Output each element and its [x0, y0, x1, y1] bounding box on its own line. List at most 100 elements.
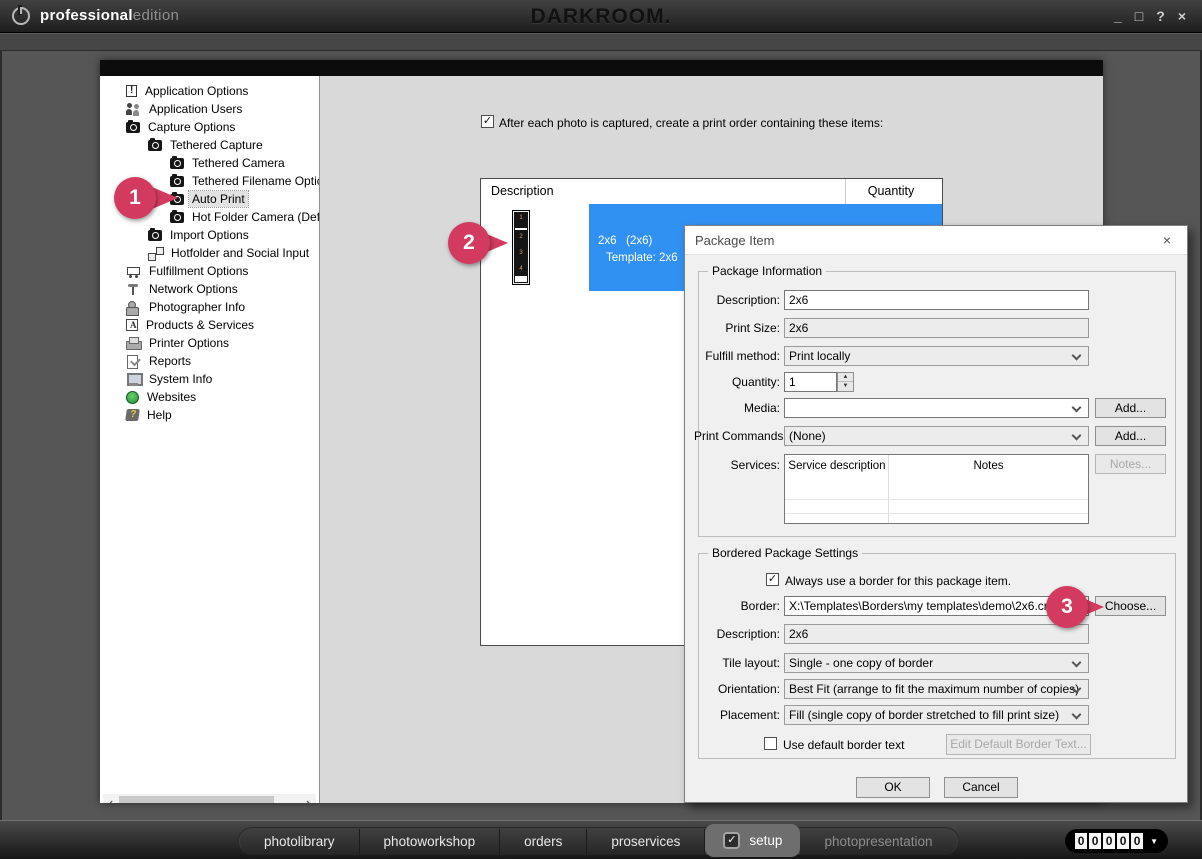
- fulfill-method-dropdown[interactable]: Print locally: [784, 346, 1089, 366]
- auto-print-checkbox-label: After each photo is captured, create a p…: [499, 116, 884, 130]
- description-label: Description:: [716, 293, 780, 307]
- hotfolder-social-icon: [148, 246, 164, 261]
- package-item-subtitle: Template: 2x6: [606, 252, 678, 264]
- tree-item-capture-options[interactable]: Capture Options: [100, 118, 319, 136]
- tree-horizontal-scrollbar[interactable]: ‹ ›: [103, 794, 316, 803]
- list-header: Description Quantity: [481, 179, 942, 204]
- always-border-label: Always use a border for this package ite…: [785, 574, 1012, 588]
- application-options-icon: [126, 85, 137, 97]
- tree-item-help[interactable]: Help: [100, 406, 319, 424]
- orientation-dropdown[interactable]: Best Fit (arrange to fit the maximum num…: [784, 679, 1089, 699]
- description-field[interactable]: 2x6: [784, 290, 1089, 310]
- tree-item-tethered-capture[interactable]: Tethered Capture: [100, 136, 319, 154]
- tree-item-tethered-camera[interactable]: Tethered Camera: [100, 154, 319, 172]
- chevron-down-icon: [1071, 430, 1082, 441]
- print-commands-add-button[interactable]: Add...: [1095, 426, 1166, 446]
- help-icon: [125, 409, 140, 421]
- darkroom-logo: DARKROOM.: [530, 5, 672, 28]
- callout-2: 2: [448, 222, 490, 264]
- scrollbar-thumb[interactable]: [119, 796, 274, 803]
- placement-dropdown[interactable]: Fill (single copy of border stretched to…: [784, 705, 1089, 725]
- callout-3: 3: [1046, 586, 1088, 628]
- scroll-right-icon[interactable]: ›: [300, 794, 316, 803]
- use-default-border-text-checkbox[interactable]: [764, 737, 777, 750]
- services-row-line: [785, 499, 1088, 500]
- notes-button: Notes...: [1095, 454, 1166, 474]
- print-size-label: Print Size:: [725, 321, 780, 335]
- chevron-down-icon: [1071, 709, 1082, 720]
- print-size-field: 2x6: [784, 318, 1089, 338]
- websites-icon: [126, 390, 139, 404]
- camera-icon: [148, 228, 162, 241]
- module-nav: photolibrary photoworkshop orders proser…: [238, 824, 959, 857]
- maximize-button[interactable]: □: [1135, 8, 1143, 24]
- callout-1: 1: [114, 177, 156, 219]
- tree-item-reports[interactable]: Reports: [100, 352, 319, 370]
- service-description-column: Service description: [788, 460, 886, 472]
- tree-item-websites[interactable]: Websites: [100, 388, 319, 406]
- border-description-label: Description:: [716, 627, 780, 641]
- tile-layout-dropdown[interactable]: Single - one copy of border: [784, 653, 1089, 673]
- scroll-left-icon[interactable]: ‹: [103, 794, 119, 803]
- tree-item-application-users[interactable]: Application Users: [100, 100, 319, 118]
- camera-icon: [170, 156, 184, 169]
- print-commands-dropdown[interactable]: (None): [784, 426, 1089, 446]
- media-dropdown[interactable]: [784, 398, 1089, 418]
- nav-photoworkshop[interactable]: photoworkshop: [359, 829, 501, 855]
- photo-counter[interactable]: 0 0 0 0 0 ▼: [1065, 829, 1168, 853]
- placement-label: Placement:: [719, 708, 780, 722]
- quantity-field[interactable]: 1: [784, 372, 837, 392]
- notes-column: Notes: [973, 460, 1004, 472]
- tree-item-application-options[interactable]: Application Options: [100, 82, 319, 100]
- dialog-close-icon[interactable]: ×: [1157, 226, 1177, 255]
- camera-icon: [126, 120, 140, 133]
- printer-icon: [126, 336, 142, 350]
- bottom-bar: photolibrary photoworkshop orders proser…: [0, 820, 1202, 859]
- media-add-button[interactable]: Add...: [1095, 398, 1166, 418]
- tree-item-hotfolder-social-input[interactable]: Hotfolder and Social Input: [100, 244, 319, 262]
- package-item-thumbnail[interactable]: 1 2 3 4: [512, 210, 530, 285]
- thumb-bottom-band: [515, 276, 527, 282]
- system-info-icon: [126, 372, 143, 386]
- close-button[interactable]: ×: [1178, 8, 1186, 24]
- window-controls: _ □ ? ×: [1114, 8, 1186, 24]
- dialog-title: Package Item: [685, 226, 1187, 255]
- counter-dropdown-icon[interactable]: ▼: [1150, 837, 1158, 846]
- quantity-down-button[interactable]: ▼: [838, 382, 853, 391]
- tree-item-products-services[interactable]: Products & Services: [100, 316, 319, 334]
- products-services-icon: [126, 319, 138, 331]
- nav-orders[interactable]: orders: [500, 829, 588, 855]
- tree-item-photographer-info[interactable]: Photographer Info: [100, 298, 319, 316]
- quantity-up-button[interactable]: ▲: [838, 373, 853, 382]
- tree-item-network-options[interactable]: Network Options: [100, 280, 319, 298]
- auto-print-checkbox[interactable]: ✓: [481, 115, 494, 128]
- nav-photopresentation[interactable]: photopresentation: [800, 829, 957, 855]
- fulfillment-icon: [126, 265, 141, 278]
- bordered-package-settings-label: Bordered Package Settings: [708, 546, 863, 560]
- border-description-field: 2x6: [784, 624, 1089, 644]
- help-button[interactable]: ?: [1156, 8, 1165, 24]
- tree-item-fulfillment-options[interactable]: Fulfillment Options: [100, 262, 319, 280]
- tree-item-import-options[interactable]: Import Options: [100, 226, 319, 244]
- border-path-field[interactable]: X:\Templates\Borders\my templates\demo\2…: [784, 596, 1089, 616]
- media-label: Media:: [743, 401, 780, 415]
- tree-item-system-info[interactable]: System Info: [100, 370, 319, 388]
- minimize-button[interactable]: _: [1114, 8, 1122, 24]
- border-label: Border:: [740, 599, 780, 613]
- fulfill-method-label: Fulfill method:: [705, 349, 780, 363]
- services-table[interactable]: Service description Notes: [784, 454, 1089, 524]
- choose-border-button[interactable]: Choose...: [1095, 596, 1166, 616]
- cancel-button[interactable]: Cancel: [944, 777, 1018, 798]
- nav-photolibrary[interactable]: photolibrary: [240, 829, 360, 855]
- always-border-checkbox[interactable]: ✓: [766, 573, 779, 586]
- camera-icon: [170, 210, 184, 223]
- chevron-down-icon: [1071, 350, 1082, 361]
- services-label: Services:: [730, 458, 780, 472]
- services-row-line: [785, 513, 1088, 514]
- print-commands-label: Print Commands:: [694, 429, 787, 443]
- ok-button[interactable]: OK: [856, 777, 930, 798]
- nav-proservices[interactable]: proservices: [587, 829, 706, 855]
- package-item-dialog: Package Item × Package Information Descr…: [684, 225, 1188, 803]
- tree-item-printer-options[interactable]: Printer Options: [100, 334, 319, 352]
- nav-setup[interactable]: ✓ setup: [705, 824, 801, 857]
